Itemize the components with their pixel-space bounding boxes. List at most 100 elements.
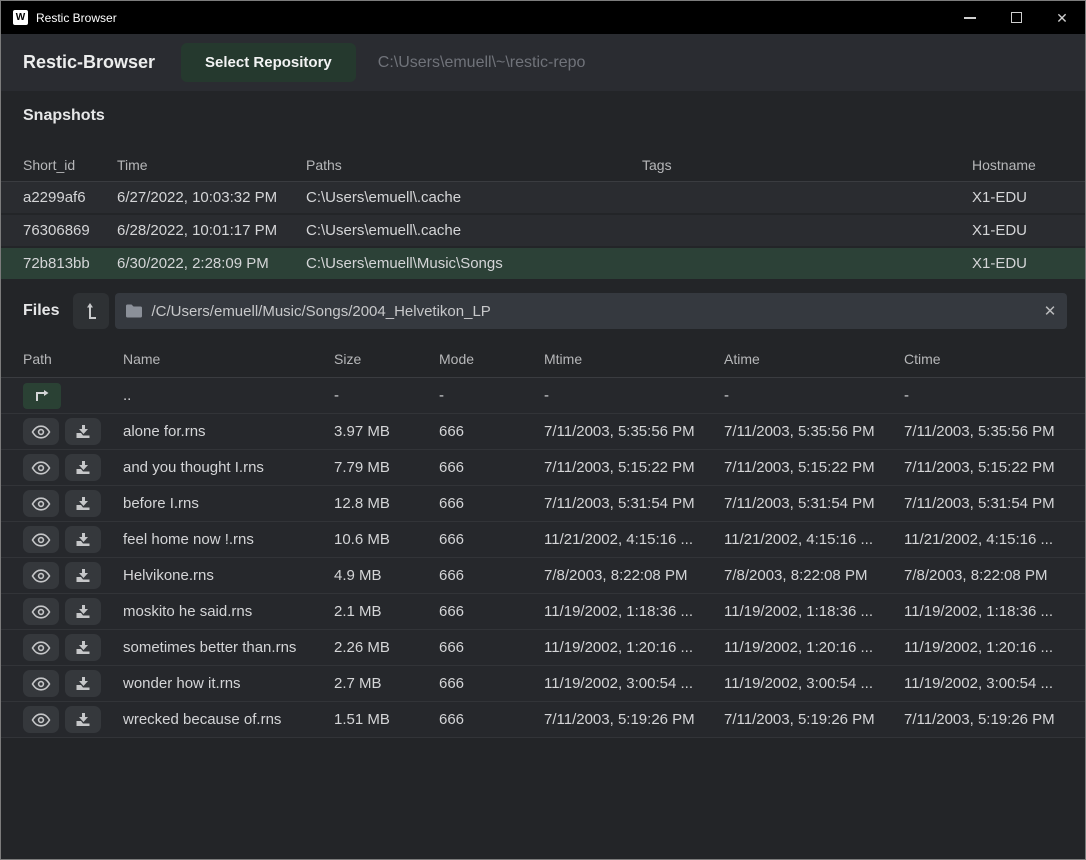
view-file-button[interactable] — [23, 526, 59, 553]
column-header-path: Path — [23, 351, 123, 367]
file-ctime: 11/21/2002, 4:15:16 ... — [904, 531, 1085, 548]
app-header: Restic-Browser Select Repository C:\User… — [1, 34, 1085, 91]
file-row: wrecked because of.rns 1.51 MB 666 7/11/… — [1, 702, 1085, 738]
file-atime: 7/11/2003, 5:35:56 PM — [724, 423, 904, 440]
view-file-button[interactable] — [23, 490, 59, 517]
download-icon — [75, 604, 91, 620]
snapshot-row[interactable]: a2299af6 6/27/2022, 10:03:32 PM C:\Users… — [1, 182, 1085, 215]
file-ctime: 7/11/2003, 5:31:54 PM — [904, 495, 1085, 512]
eye-icon — [31, 461, 51, 475]
view-file-button[interactable] — [23, 418, 59, 445]
eye-icon — [31, 605, 51, 619]
up-directory-button[interactable] — [73, 293, 109, 329]
file-atime: 7/11/2003, 5:31:54 PM — [724, 495, 904, 512]
folder-icon — [125, 304, 143, 318]
up-directory-icon — [82, 301, 100, 321]
file-mode: 666 — [439, 423, 544, 440]
file-size: 12.8 MB — [334, 495, 439, 512]
file-mtime: - — [544, 387, 724, 404]
view-file-button[interactable] — [23, 562, 59, 589]
file-mtime: 7/11/2003, 5:19:26 PM — [544, 711, 724, 728]
close-button[interactable]: ✕ — [1039, 1, 1085, 34]
eye-icon — [31, 497, 51, 511]
download-icon — [75, 532, 91, 548]
snapshot-hostname: X1-EDU — [972, 189, 1085, 206]
file-name: wonder how it.rns — [123, 675, 334, 692]
view-file-button[interactable] — [23, 670, 59, 697]
files-title: Files — [23, 302, 59, 320]
file-name: before I.rns — [123, 495, 334, 512]
file-atime: 11/19/2002, 1:20:16 ... — [724, 639, 904, 656]
download-file-button[interactable] — [65, 454, 101, 481]
file-mode: 666 — [439, 495, 544, 512]
file-ctime: 7/11/2003, 5:19:26 PM — [904, 711, 1085, 728]
view-file-button[interactable] — [23, 454, 59, 481]
snapshot-short-id: a2299af6 — [23, 189, 117, 206]
window-title: Restic Browser — [36, 11, 947, 25]
file-atime: 7/8/2003, 8:22:08 PM — [724, 567, 904, 584]
view-file-button[interactable] — [23, 706, 59, 733]
files-table: alone for.rns 3.97 MB 666 7/11/2003, 5:3… — [1, 414, 1085, 738]
download-file-button[interactable] — [65, 562, 101, 589]
file-row: before I.rns 12.8 MB 666 7/11/2003, 5:31… — [1, 486, 1085, 522]
snapshot-row[interactable]: 72b813bb 6/30/2022, 2:28:09 PM C:\Users\… — [1, 248, 1085, 281]
file-mode: 666 — [439, 459, 544, 476]
maximize-button[interactable] — [993, 1, 1039, 34]
column-header-paths: Paths — [306, 157, 642, 173]
snapshot-row[interactable]: 76306869 6/28/2022, 10:01:17 PM C:\Users… — [1, 215, 1085, 248]
main-content: Snapshots Short_id Time Paths Tags Hostn… — [1, 91, 1085, 859]
eye-icon — [31, 533, 51, 547]
file-mode: 666 — [439, 531, 544, 548]
column-header-time: Time — [117, 157, 306, 173]
file-mtime: 7/11/2003, 5:31:54 PM — [544, 495, 724, 512]
snapshot-time: 6/27/2022, 10:03:32 PM — [117, 189, 306, 206]
file-mtime: 7/11/2003, 5:15:22 PM — [544, 459, 724, 476]
file-atime: - — [724, 387, 904, 404]
snapshot-paths: C:\Users\emuell\.cache — [306, 222, 642, 239]
file-ctime: - — [904, 387, 1085, 404]
snapshot-hostname: X1-EDU — [972, 222, 1085, 239]
current-path-field[interactable]: /C/Users/emuell/Music/Songs/2004_Helveti… — [115, 293, 1067, 329]
eye-icon — [31, 425, 51, 439]
file-name: Helvikone.rns — [123, 567, 334, 584]
file-ctime: 11/19/2002, 1:20:16 ... — [904, 639, 1085, 656]
current-path-text: /C/Users/emuell/Music/Songs/2004_Helveti… — [151, 303, 1033, 320]
file-row: wonder how it.rns 2.7 MB 666 11/19/2002,… — [1, 666, 1085, 702]
file-ctime: 7/11/2003, 5:35:56 PM — [904, 423, 1085, 440]
maximize-icon — [1011, 12, 1022, 23]
download-file-button[interactable] — [65, 418, 101, 445]
column-header-hostname: Hostname — [972, 157, 1085, 173]
file-mtime: 11/19/2002, 3:00:54 ... — [544, 675, 724, 692]
file-name: and you thought I.rns — [123, 459, 334, 476]
column-header-atime: Atime — [724, 351, 904, 367]
snapshots-title: Snapshots — [23, 107, 1085, 125]
select-repository-button[interactable]: Select Repository — [181, 43, 356, 82]
download-file-button[interactable] — [65, 634, 101, 661]
download-file-button[interactable] — [65, 706, 101, 733]
app-logo-icon: W — [13, 10, 28, 25]
snapshot-short-id: 72b813bb — [23, 255, 117, 272]
file-row: feel home now !.rns 10.6 MB 666 11/21/20… — [1, 522, 1085, 558]
minimize-button[interactable] — [947, 1, 993, 34]
eye-icon — [31, 713, 51, 727]
download-file-button[interactable] — [65, 598, 101, 625]
file-row: moskito he said.rns 2.1 MB 666 11/19/200… — [1, 594, 1085, 630]
column-header-mtime: Mtime — [544, 351, 724, 367]
file-atime: 7/11/2003, 5:15:22 PM — [724, 459, 904, 476]
file-ctime: 7/11/2003, 5:15:22 PM — [904, 459, 1085, 476]
download-icon — [75, 568, 91, 584]
snapshot-paths: C:\Users\emuell\.cache — [306, 189, 642, 206]
download-file-button[interactable] — [65, 490, 101, 517]
download-icon — [75, 712, 91, 728]
file-mode: - — [439, 387, 544, 404]
download-file-button[interactable] — [65, 670, 101, 697]
download-file-button[interactable] — [65, 526, 101, 553]
view-file-button[interactable] — [23, 598, 59, 625]
view-file-button[interactable] — [23, 634, 59, 661]
go-parent-directory-button[interactable] — [23, 383, 61, 409]
snapshot-hostname: X1-EDU — [972, 255, 1085, 272]
files-bar: Files /C/Users/emuell/Music/Songs/2004_H… — [1, 293, 1085, 329]
file-atime: 11/19/2002, 1:18:36 ... — [724, 603, 904, 620]
file-mtime: 11/21/2002, 4:15:16 ... — [544, 531, 724, 548]
clear-path-button[interactable]: ✕ — [1033, 293, 1067, 329]
